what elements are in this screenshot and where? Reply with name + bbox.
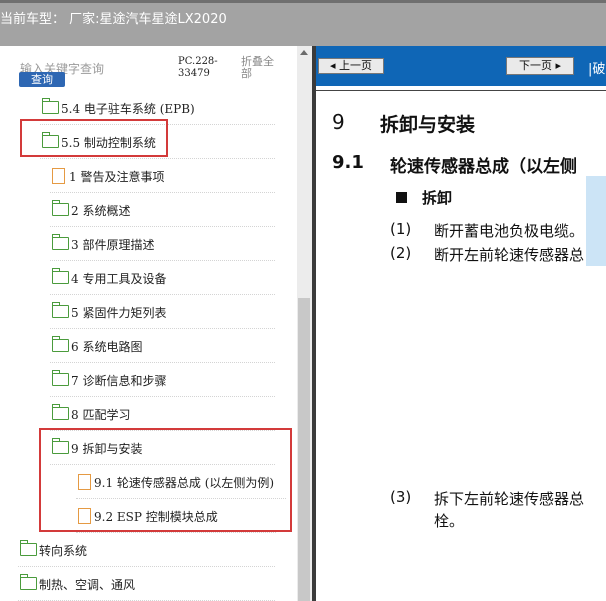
highlight-removal-section: [39, 428, 292, 532]
vehicle-header-bar: 当前车型： 厂家:星途汽车星途LX2020: [0, 0, 606, 46]
next-page-button[interactable]: 下一页 ▸: [506, 57, 574, 75]
folder-open-icon: [52, 370, 69, 386]
step-1-number: (1): [390, 220, 412, 238]
tree-item-steering[interactable]: 转向系统: [18, 533, 275, 567]
folder-open-icon: [52, 336, 69, 352]
tree-item-warnings[interactable]: 1 警告及注意事项: [50, 159, 275, 193]
step-2-text: 断开左前轮速传感器总: [434, 246, 585, 264]
tree-item-matching[interactable]: 8 匹配学习: [50, 397, 275, 431]
folder-open-icon: [20, 574, 37, 590]
folder-open-icon: [52, 268, 69, 284]
folder-open-icon: [42, 98, 59, 114]
tree-item-torque[interactable]: 5 紧固件力矩列表: [50, 295, 275, 329]
folder-open-icon: [52, 302, 69, 318]
tree-item-hvac[interactable]: 制热、空调、通风: [18, 567, 275, 601]
document-code: PC.228- 33479: [178, 56, 218, 79]
procedure-heading: 拆卸: [422, 189, 453, 207]
folder-open-icon: [52, 200, 69, 216]
viewer-toolbar: ◂ 上一页 下一页 ▸ |破: [316, 46, 606, 86]
collapse-all-link[interactable]: 折叠全 部: [241, 56, 274, 80]
bullet-square-icon: [396, 192, 407, 203]
tree-item-diagnosis[interactable]: 7 诊断信息和步骤: [50, 363, 275, 397]
search-button[interactable]: 查询: [19, 72, 65, 87]
catalog-tree-panel: 输入关键字查询 查询 PC.228- 33479 折叠全 部 5.4 电子驻车系…: [0, 46, 313, 601]
file-icon: [52, 168, 65, 184]
subsection-title: 轮速传感器总成（以左侧: [390, 157, 577, 177]
scroll-up-arrow-icon[interactable]: [300, 50, 308, 55]
folder-open-icon: [52, 404, 69, 420]
step-3-number: (3): [390, 488, 412, 506]
step-1-text: 断开蓄电池负极电缆。: [434, 222, 585, 240]
vehicle-label: 当前车型： 厂家:星途汽车星途LX2020: [0, 12, 227, 27]
tree-item-components[interactable]: 3 部件原理描述: [50, 227, 275, 261]
step-3-continued: 栓。: [434, 512, 465, 530]
document-rule: [316, 90, 606, 91]
step-2-number: (2): [390, 244, 412, 262]
folder-open-icon: [52, 234, 69, 250]
scroll-thumb[interactable]: [298, 298, 310, 601]
prev-page-button[interactable]: ◂ 上一页: [318, 58, 384, 74]
step-3-text: 拆下左前轮速传感器总: [434, 490, 585, 508]
tree-item-circuit[interactable]: 6 系统电路图: [50, 329, 275, 363]
subsection-number: 9.1: [332, 152, 364, 173]
top-border: [0, 0, 606, 3]
tree-item-tools[interactable]: 4 专用工具及设备: [50, 261, 275, 295]
truncated-title: |破: [588, 62, 606, 77]
highlight-brake-control: [20, 119, 168, 157]
document-viewer: ◂ 上一页 下一页 ▸ |破 9 拆卸与安装 9.1 轮速传感器总成（以左侧 拆…: [316, 46, 606, 601]
section-title: 拆卸与安装: [380, 114, 476, 136]
section-number: 9: [332, 110, 345, 134]
watermark-graphic: [586, 176, 606, 266]
tree-item-overview[interactable]: 2 系统概述: [50, 193, 275, 227]
folder-open-icon: [20, 540, 37, 556]
